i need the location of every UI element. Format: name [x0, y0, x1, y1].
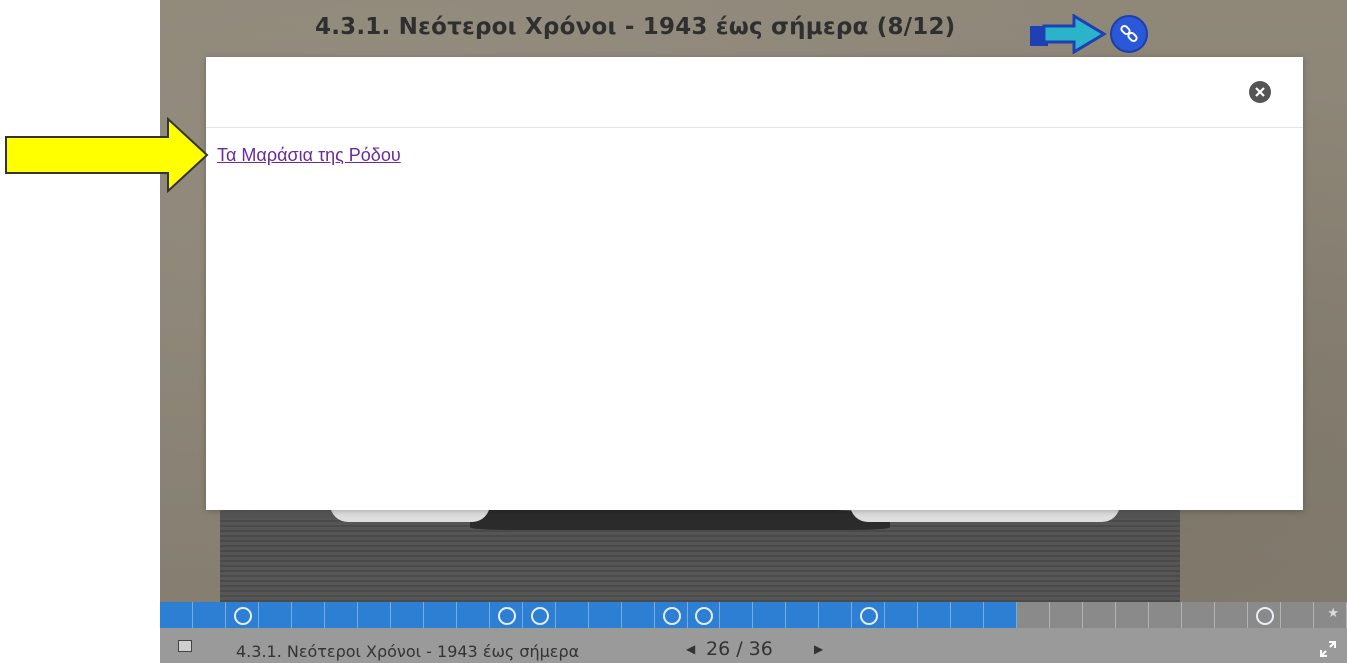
progress-marker-icon — [662, 607, 681, 625]
next-page-icon[interactable]: ▶ — [814, 642, 823, 656]
photo-sea — [220, 518, 1180, 602]
progress-marker-icon — [497, 607, 516, 625]
maraseia-link[interactable]: Τα Μαράσια της Ρόδου — [217, 145, 401, 165]
slide-photo — [220, 496, 1180, 602]
slides-icon[interactable] — [178, 640, 192, 652]
progress-cell[interactable] — [457, 602, 490, 628]
link-icon[interactable] — [1110, 15, 1148, 53]
progress-marker-icon — [695, 607, 714, 625]
progress-cell[interactable] — [852, 602, 886, 628]
progress-cell[interactable] — [1017, 602, 1051, 628]
progress-cell[interactable] — [589, 602, 622, 628]
progress-cell[interactable] — [885, 602, 919, 628]
progress-cell[interactable] — [819, 602, 853, 628]
progress-cell[interactable] — [1050, 602, 1084, 628]
progress-cells[interactable] — [160, 602, 1347, 628]
progress-cell[interactable] — [490, 602, 523, 628]
modal-body: Τα Μαράσια της Ρόδου — [206, 128, 1303, 183]
modal-header — [206, 57, 1303, 128]
progress-bar[interactable]: ★ — [160, 602, 1347, 628]
x-icon — [1255, 87, 1265, 97]
progress-cell[interactable] — [720, 602, 754, 628]
progress-cell[interactable] — [1215, 602, 1248, 628]
close-icon[interactable] — [1249, 81, 1271, 103]
progress-marker-icon — [233, 607, 252, 625]
progress-cell[interactable] — [753, 602, 787, 628]
progress-cell[interactable] — [358, 602, 391, 628]
progress-cell[interactable] — [1116, 602, 1150, 628]
progress-cell[interactable] — [951, 602, 985, 628]
progress-cell[interactable] — [1281, 602, 1314, 628]
progress-marker-icon — [860, 607, 879, 625]
yellow-arrow-icon — [5, 117, 209, 193]
progress-cell[interactable] — [523, 602, 556, 628]
progress-cell[interactable] — [655, 602, 688, 628]
progress-cell[interactable] — [786, 602, 820, 628]
progress-cell[interactable] — [1149, 602, 1183, 628]
slide-title: 4.3.1. Νεότεροι Χρόνοι - 1943 έως σήμερα… — [315, 14, 956, 40]
progress-cell[interactable] — [193, 602, 226, 628]
chain-link-icon — [1120, 24, 1138, 43]
progress-cell[interactable] — [1182, 602, 1215, 628]
fullscreen-icon[interactable] — [1319, 640, 1337, 658]
blue-arrow-icon[interactable] — [1030, 14, 1108, 54]
progress-cell[interactable] — [918, 602, 952, 628]
previous-page-icon[interactable]: ◀ — [686, 642, 695, 656]
progress-cell[interactable] — [292, 602, 325, 628]
page-counter: 26 / 36 — [706, 638, 773, 660]
progress-cell[interactable] — [984, 602, 1018, 628]
progress-cell[interactable] — [1083, 602, 1117, 628]
progress-cell[interactable] — [391, 602, 424, 628]
bottom-navigation-bar: 4.3.1. Νεότεροι Χρόνοι - 1943 έως σήμερα… — [160, 628, 1347, 663]
progress-cell[interactable] — [259, 602, 292, 628]
progress-cell[interactable] — [688, 602, 721, 628]
lesson-title: 4.3.1. Νεότεροι Χρόνοι - 1943 έως σήμερα — [236, 642, 580, 661]
progress-cell[interactable] — [556, 602, 589, 628]
link-modal: Τα Μαράσια της Ρόδου — [206, 57, 1303, 510]
progress-marker-icon — [530, 607, 549, 625]
progress-cell[interactable] — [424, 602, 457, 628]
progress-cell[interactable] — [1248, 602, 1281, 628]
progress-marker-icon — [1255, 607, 1274, 625]
star-icon[interactable]: ★ — [1327, 606, 1339, 621]
progress-cell[interactable] — [226, 602, 259, 628]
progress-cell[interactable] — [160, 602, 193, 628]
progress-cell[interactable] — [325, 602, 358, 628]
progress-cell[interactable] — [622, 602, 655, 628]
